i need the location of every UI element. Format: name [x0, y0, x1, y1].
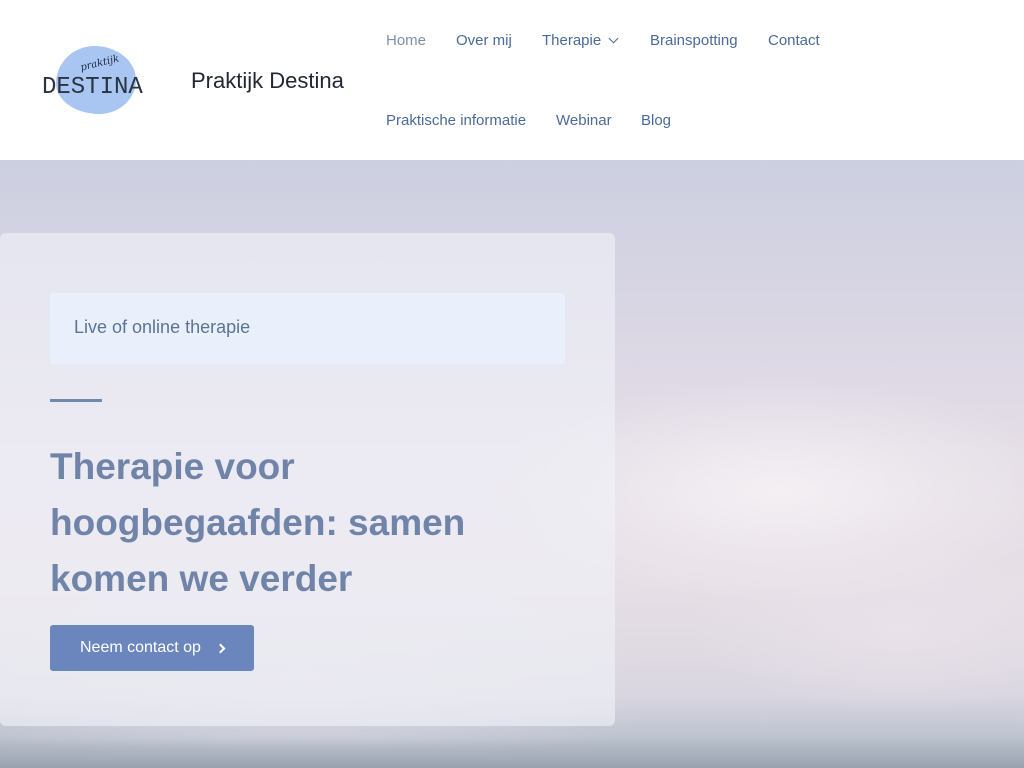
- site-header: praktijk DESTINA Praktijk Destina Home O…: [0, 0, 1024, 160]
- nav-over-mij[interactable]: Over mij: [456, 32, 512, 49]
- hero-heading: Therapie voor hoogbegaafden: samen komen…: [50, 446, 466, 599]
- sea-background: [0, 738, 1024, 768]
- nav-contact[interactable]: Contact: [768, 32, 820, 49]
- nav-webinar[interactable]: Webinar: [556, 112, 612, 129]
- nav-therapie-label: Therapie: [542, 32, 602, 49]
- nav-therapie[interactable]: Therapie: [542, 32, 619, 49]
- tagline-box: Live of online therapie: [50, 293, 565, 364]
- chevron-down-icon: [608, 33, 619, 44]
- contact-button-label: Neem contact op: [80, 639, 201, 656]
- nav-home[interactable]: Home: [386, 32, 426, 49]
- nav-praktische-informatie[interactable]: Praktische informatie: [386, 112, 526, 129]
- nav-blog[interactable]: Blog: [641, 112, 671, 129]
- contact-button[interactable]: Neem contact op: [50, 625, 254, 671]
- chevron-right-icon: [215, 643, 226, 653]
- nav-brainspotting[interactable]: Brainspotting: [650, 32, 738, 49]
- heading-divider: [50, 399, 102, 402]
- logo-big-text: DESTINA: [42, 74, 143, 101]
- site-logo[interactable]: praktijk DESTINA: [40, 44, 154, 116]
- tagline-text: Live of online therapie: [74, 317, 251, 337]
- hero-card: Live of online therapie Therapie voor ho…: [0, 233, 615, 726]
- hero-section: Live of online therapie Therapie voor ho…: [0, 160, 1024, 768]
- site-title[interactable]: Praktijk Destina: [191, 68, 344, 94]
